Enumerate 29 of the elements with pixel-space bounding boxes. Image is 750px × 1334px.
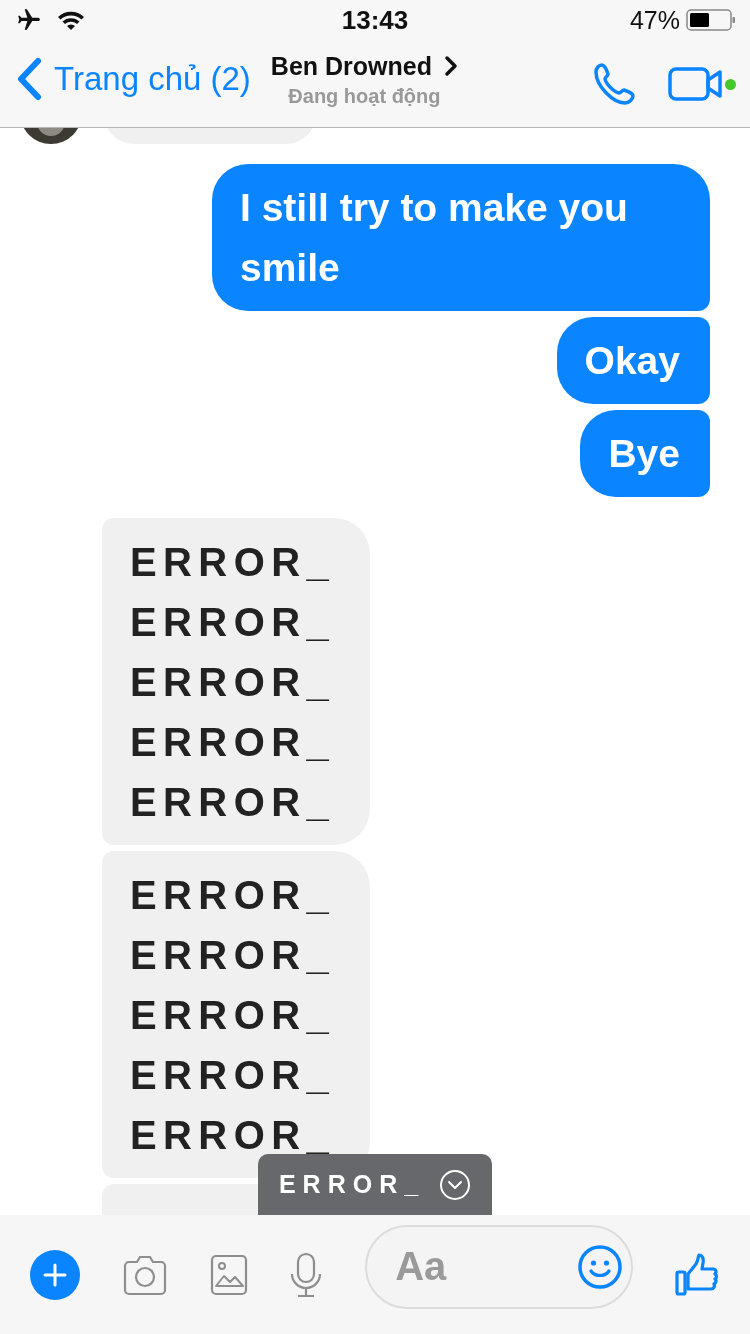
contact-title[interactable]: Ben Drowned Đang hoạt động — [270, 51, 458, 108]
message-line: ERROR_ — [130, 1052, 337, 1099]
back-button[interactable]: Trang chủ (2) — [16, 56, 251, 101]
message-bubble: Bye — [580, 410, 710, 497]
new-message-pill[interactable]: ERROR_ — [258, 1154, 492, 1215]
wifi-icon — [56, 9, 86, 31]
chevron-down-circle-icon — [439, 1168, 472, 1201]
message-line: ERROR_ — [130, 992, 337, 1039]
message-line: ERROR_ — [130, 599, 337, 646]
message-line: ERROR_ — [130, 539, 337, 586]
image-icon[interactable] — [209, 1253, 248, 1296]
message-line: ERROR_ — [130, 872, 337, 919]
battery-percent: 47% — [629, 5, 680, 35]
message-line: ERROR_ — [130, 932, 337, 979]
status-time: 13:43 — [341, 4, 409, 36]
phone-icon[interactable] — [592, 60, 638, 107]
message-line: ERROR_ — [130, 659, 337, 706]
back-chevron-icon — [16, 56, 42, 101]
message-field[interactable]: Aa — [365, 1224, 634, 1309]
emoji-icon[interactable] — [577, 1243, 624, 1290]
thumbs-up-icon[interactable] — [674, 1251, 720, 1298]
message-bubble: I still try to make you smile — [212, 164, 710, 311]
message-bubble: Okay — [556, 317, 710, 404]
message-line: ERROR_ — [130, 719, 337, 766]
battery-icon — [686, 8, 736, 32]
chevron-right-icon — [444, 55, 458, 77]
video-camera-icon[interactable] — [668, 65, 724, 102]
plus-button[interactable] — [30, 1249, 80, 1300]
message-line: ERROR_ — [130, 779, 337, 826]
